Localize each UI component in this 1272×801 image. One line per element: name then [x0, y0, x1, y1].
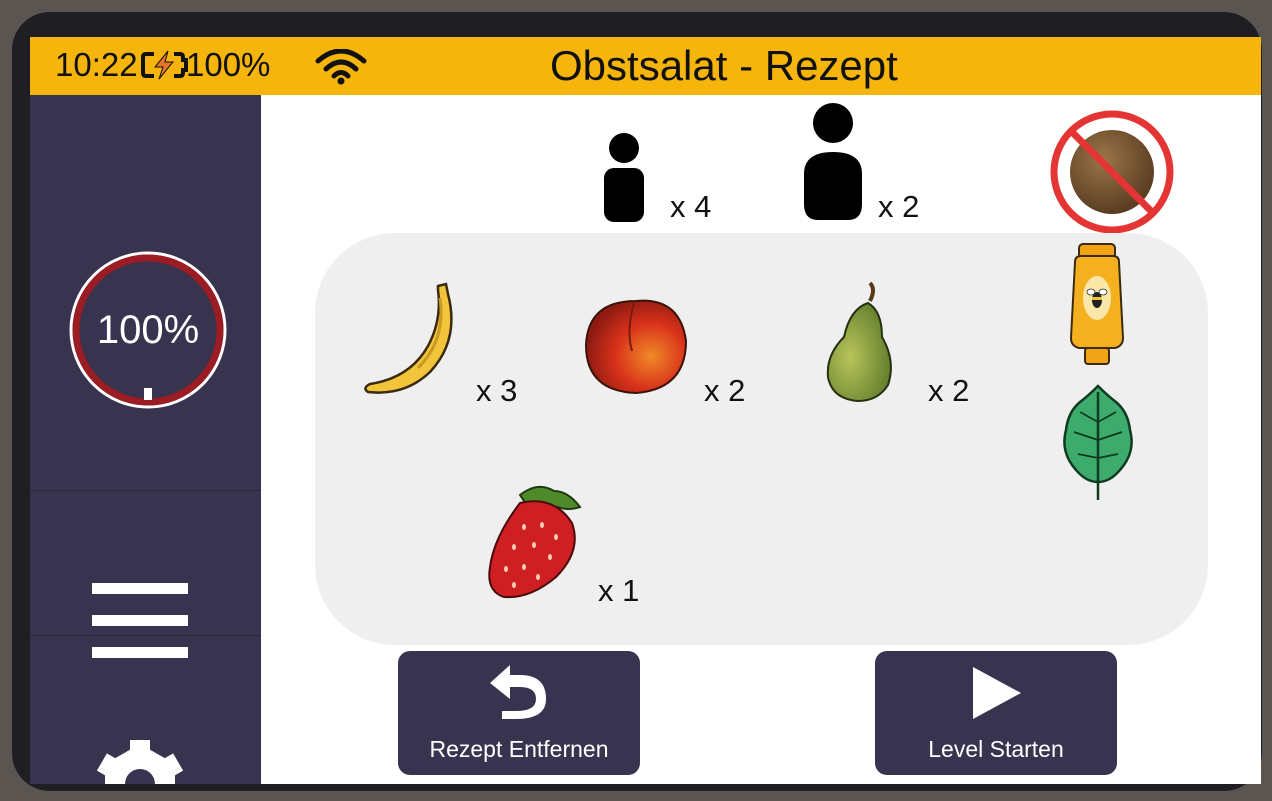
servings-adult-quantity: x 2 [878, 189, 920, 224]
adult-person-icon [804, 103, 862, 220]
honey-bottle-icon [1069, 243, 1125, 365]
gear-icon[interactable] [96, 740, 184, 784]
sidebar-divider [30, 490, 261, 491]
mint-leaf-icon [1063, 384, 1133, 500]
start-level-button[interactable]: Level Starten [875, 651, 1117, 775]
strawberry-icon [488, 485, 582, 599]
menu-button[interactable] [92, 581, 188, 661]
banana-quantity: x 3 [476, 373, 518, 408]
strawberry-quantity: x 1 [598, 573, 640, 608]
progress-indicator: 100% [68, 250, 228, 410]
pear-quantity: x 2 [928, 373, 970, 408]
peach-quantity: x 2 [704, 373, 746, 408]
start-level-label: Level Starten [928, 736, 1064, 762]
charging-battery-icon [141, 50, 188, 80]
remove-recipe-label: Rezept Entfernen [429, 736, 609, 762]
battery-percentage: 100% [186, 46, 271, 83]
child-person-icon [604, 133, 644, 222]
hamburger-menu-icon [92, 583, 188, 594]
status-time: 10:22 [55, 46, 138, 83]
undo-arrow-icon [490, 665, 546, 719]
banana-icon [364, 282, 453, 394]
hamburger-menu-icon [92, 647, 188, 658]
servings-child-quantity: x 4 [670, 189, 712, 224]
page-title: Obstsalat - Rezept [550, 42, 898, 89]
pear-icon [826, 281, 892, 403]
sidebar-divider [30, 635, 261, 636]
app-screen: 10:22 100% Obstsalat - Rezept 100% x 4 x… [30, 37, 1261, 784]
no-nuts-icon [1050, 110, 1174, 234]
remove-recipe-button[interactable]: Rezept Entfernen [398, 651, 640, 775]
play-icon [973, 667, 1021, 719]
sidebar: 100% [30, 95, 261, 784]
wifi-icon [315, 49, 367, 85]
progress-label: 100% [96, 308, 200, 352]
hamburger-menu-icon [92, 615, 188, 626]
status-bar: 10:22 100% Obstsalat - Rezept [30, 37, 1261, 95]
peach-icon [584, 299, 688, 395]
